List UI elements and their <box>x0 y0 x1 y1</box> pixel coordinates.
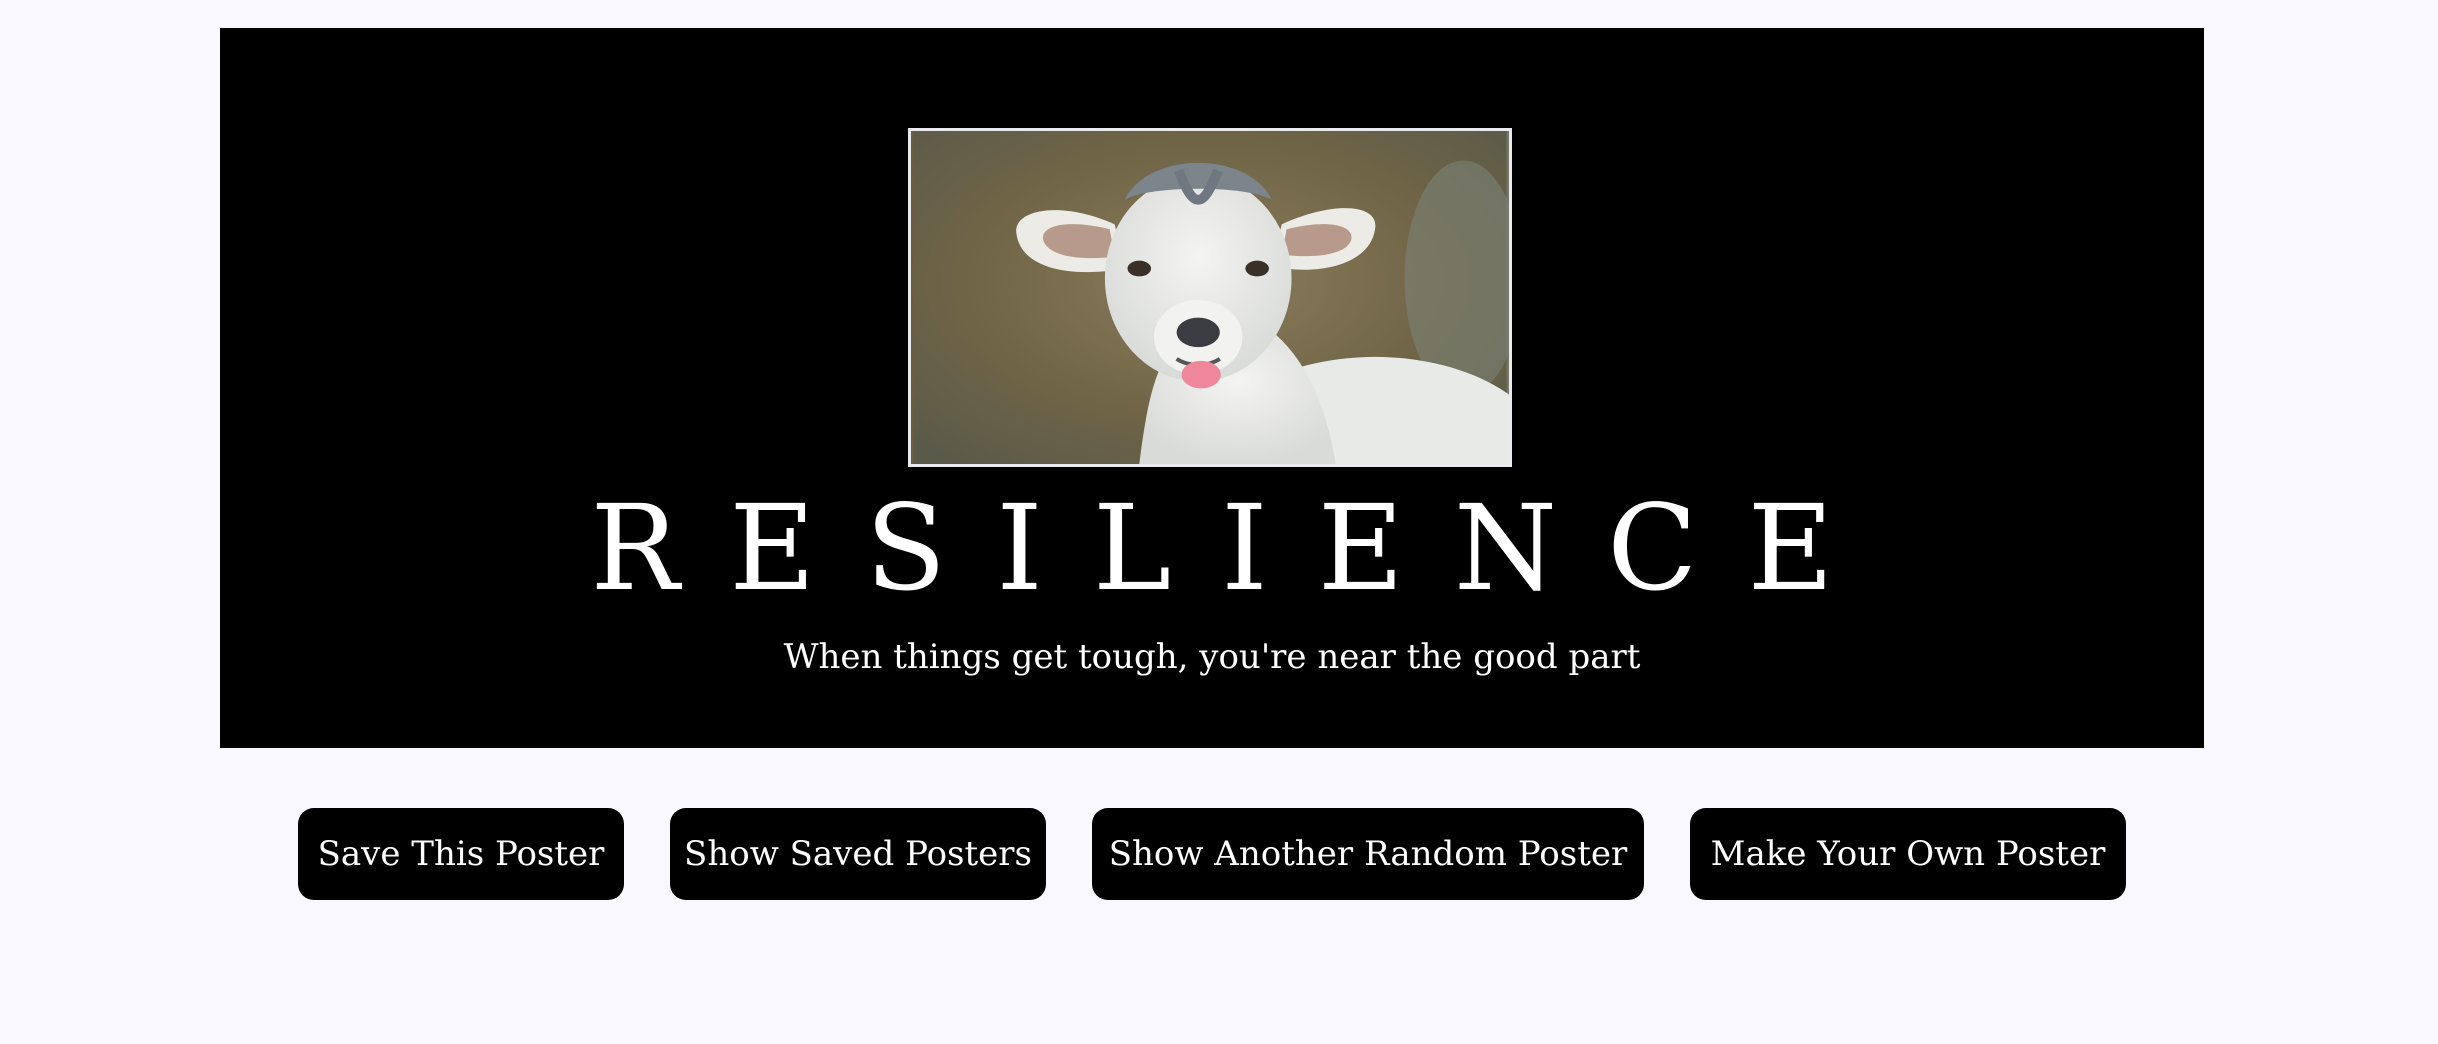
poster-quote: When things get tough, you're near the g… <box>783 637 1641 677</box>
save-poster-button[interactable]: Save This Poster <box>298 808 624 900</box>
poster: RESILIENCE When things get tough, you're… <box>220 28 2204 748</box>
make-own-poster-button[interactable]: Make Your Own Poster <box>1690 808 2126 900</box>
button-row: Save This Poster Show Saved Posters Show… <box>0 808 2438 900</box>
poster-image <box>908 128 1512 467</box>
goat-illustration <box>913 131 1509 464</box>
show-saved-posters-button[interactable]: Show Saved Posters <box>670 808 1046 900</box>
poster-title: RESILIENCE <box>590 479 1884 617</box>
show-random-poster-button[interactable]: Show Another Random Poster <box>1092 808 1644 900</box>
